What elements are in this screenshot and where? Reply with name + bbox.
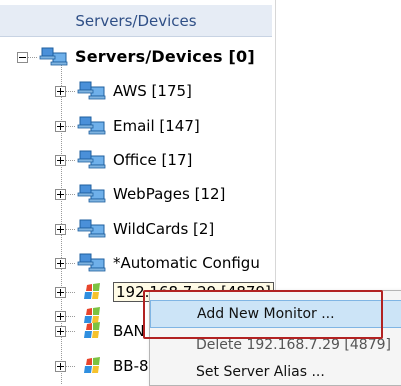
tree-group-office[interactable]: Office [17] [55,149,192,171]
expand-toggle[interactable] [55,257,66,269]
tree-group-aws[interactable]: AWS [175] [55,80,192,102]
tree-group-label: Office [17] [113,151,193,169]
tree-group-label: AWS [175] [113,82,192,100]
collapse-toggle[interactable] [17,51,28,63]
tree-group-webpages[interactable]: WebPages [12] [55,183,225,205]
tree-root-label: Servers/Devices [0] [75,47,255,66]
expand-toggle[interactable] [55,120,66,132]
tree-group-label: WildCards [2] [113,220,215,238]
expand-toggle[interactable] [55,360,66,372]
windows-logo-icon [84,322,100,338]
expand-toggle[interactable] [55,85,66,97]
tree-group-email[interactable]: Email [147] [55,115,200,137]
expand-toggle[interactable] [55,188,66,200]
menu-item-label: Delete 192.168.7.29 [4879] [196,337,391,353]
expand-toggle[interactable] [55,286,66,298]
windows-logo-icon [84,357,100,373]
menu-item-label: Set Server Alias ... [196,364,325,380]
tree-server-ban[interactable]: BAN [55,320,145,342]
network-computers-icon [77,219,106,238]
tree-server-label: BB-8 [113,357,149,375]
menu-item-add-new-monitor[interactable]: Add New Monitor ... [150,300,401,328]
expand-toggle[interactable] [55,325,66,337]
expand-toggle[interactable] [55,154,66,166]
tree-group-wildcards[interactable]: WildCards [2] [55,218,214,240]
network-computers-icon [77,81,106,100]
network-computers-icon [39,47,68,66]
windows-logo-icon [84,283,100,299]
network-computers-icon [77,116,106,135]
tree-server-bb8[interactable]: BB-8 [55,355,149,377]
network-computers-icon [77,150,106,169]
tree-root[interactable]: Servers/Devices [0] [17,46,255,68]
context-menu: Add New Monitor ... Delete 192.168.7.29 … [149,290,401,386]
tree-group-label: *Automatic Configu [113,254,260,272]
network-computers-icon [77,253,106,272]
menu-item-delete-server[interactable]: Delete 192.168.7.29 [4879] [150,331,401,359]
menu-item-label: Add New Monitor ... [197,306,335,322]
menu-item-set-server-alias[interactable]: Set Server Alias ... [150,358,401,386]
network-computers-icon [77,184,106,203]
tree-group-label: Email [147] [113,117,200,135]
expand-toggle[interactable] [55,223,66,235]
tree-group-automatic-config[interactable]: *Automatic Configu [55,252,260,274]
tree-server-label: BAN [113,322,145,340]
tree-group-label: WebPages [12] [113,185,226,203]
